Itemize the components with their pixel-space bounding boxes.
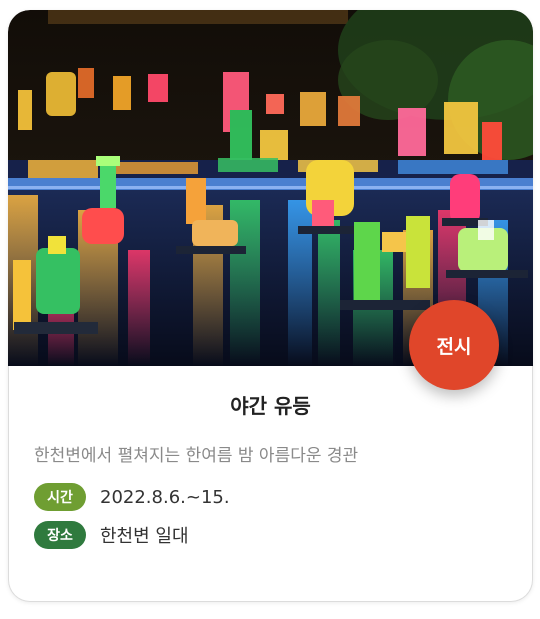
place-label-pill: 장소 <box>34 521 86 549</box>
place-row: 장소 한천변 일대 <box>34 521 189 549</box>
place-label: 장소 <box>47 528 73 544</box>
time-label-pill: 시간 <box>34 483 86 511</box>
event-card[interactable]: 전시 야간 유등 한천변에서 펼쳐지는 한여름 밤 아름다운 경관 시간 202… <box>8 10 533 602</box>
category-badge[interactable]: 전시 <box>409 300 499 390</box>
time-row: 시간 2022.8.6.~15. <box>34 483 230 511</box>
place-value: 한천변 일대 <box>100 526 189 547</box>
time-value: 2022.8.6.~15. <box>100 486 230 508</box>
time-label: 시간 <box>47 490 73 506</box>
event-description: 한천변에서 펼쳐지는 한여름 밤 아름다운 경관 <box>34 446 359 466</box>
category-badge-label: 전시 <box>436 335 472 358</box>
event-title: 야간 유등 <box>230 394 311 418</box>
